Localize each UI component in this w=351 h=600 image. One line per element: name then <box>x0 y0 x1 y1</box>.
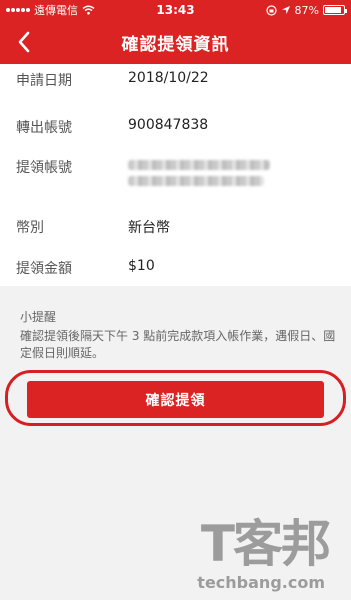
redacted-account-value <box>128 160 270 192</box>
battery-percent: 87% <box>294 3 319 17</box>
confirm-withdraw-button[interactable]: 確認提領 <box>27 381 324 418</box>
status-right: 87% <box>225 3 347 17</box>
detail-value: 2018/10/22 <box>128 70 209 86</box>
watermark-logo: T客邦 techbang.com <box>189 504 331 592</box>
detail-label: 提領金額 <box>16 261 72 277</box>
carrier-name: 遠傳電信 <box>34 4 78 17</box>
detail-value: 900847838 <box>128 117 209 133</box>
notice-body: 確認提領後隔天下午 3 點前完成款項入帳作業，遇假日、國定假日則順延。 <box>20 329 336 360</box>
page-title: 確認提領資訊 <box>121 34 230 55</box>
reminder-notice: 小提醒 確認提領後隔天下午 3 點前完成款項入帳作業，遇假日、國定假日則順延。 <box>20 308 338 362</box>
withdrawal-details: 申請日期 2018/10/22 轉出帳號 900847838 提領帳號 幣別 新… <box>0 64 351 286</box>
status-left: 遠傳電信 <box>6 2 126 18</box>
detail-value: $10 <box>128 258 155 274</box>
detail-label: 幣別 <box>16 220 44 236</box>
cell-signal-icon <box>6 8 30 12</box>
status-bar: 遠傳電信 13:43 87% <box>0 0 351 20</box>
notice-title: 小提醒 <box>20 310 57 324</box>
back-button[interactable] <box>4 20 44 64</box>
watermark-text: T客邦 <box>200 515 331 573</box>
location-arrow-icon <box>281 6 290 14</box>
detail-value: 新台幣 <box>128 220 170 236</box>
detail-label: 提領帳號 <box>16 160 72 176</box>
wifi-icon <box>82 5 95 15</box>
watermark-domain: techbang.com <box>197 573 325 592</box>
battery-icon <box>323 5 347 15</box>
orientation-lock-icon <box>265 4 277 16</box>
nav-bar: 確認提領資訊 <box>0 20 351 64</box>
chevron-left-icon <box>18 31 30 53</box>
detail-label: 申請日期 <box>16 73 72 89</box>
detail-label: 轉出帳號 <box>16 120 72 136</box>
status-time: 13:43 <box>156 3 195 17</box>
